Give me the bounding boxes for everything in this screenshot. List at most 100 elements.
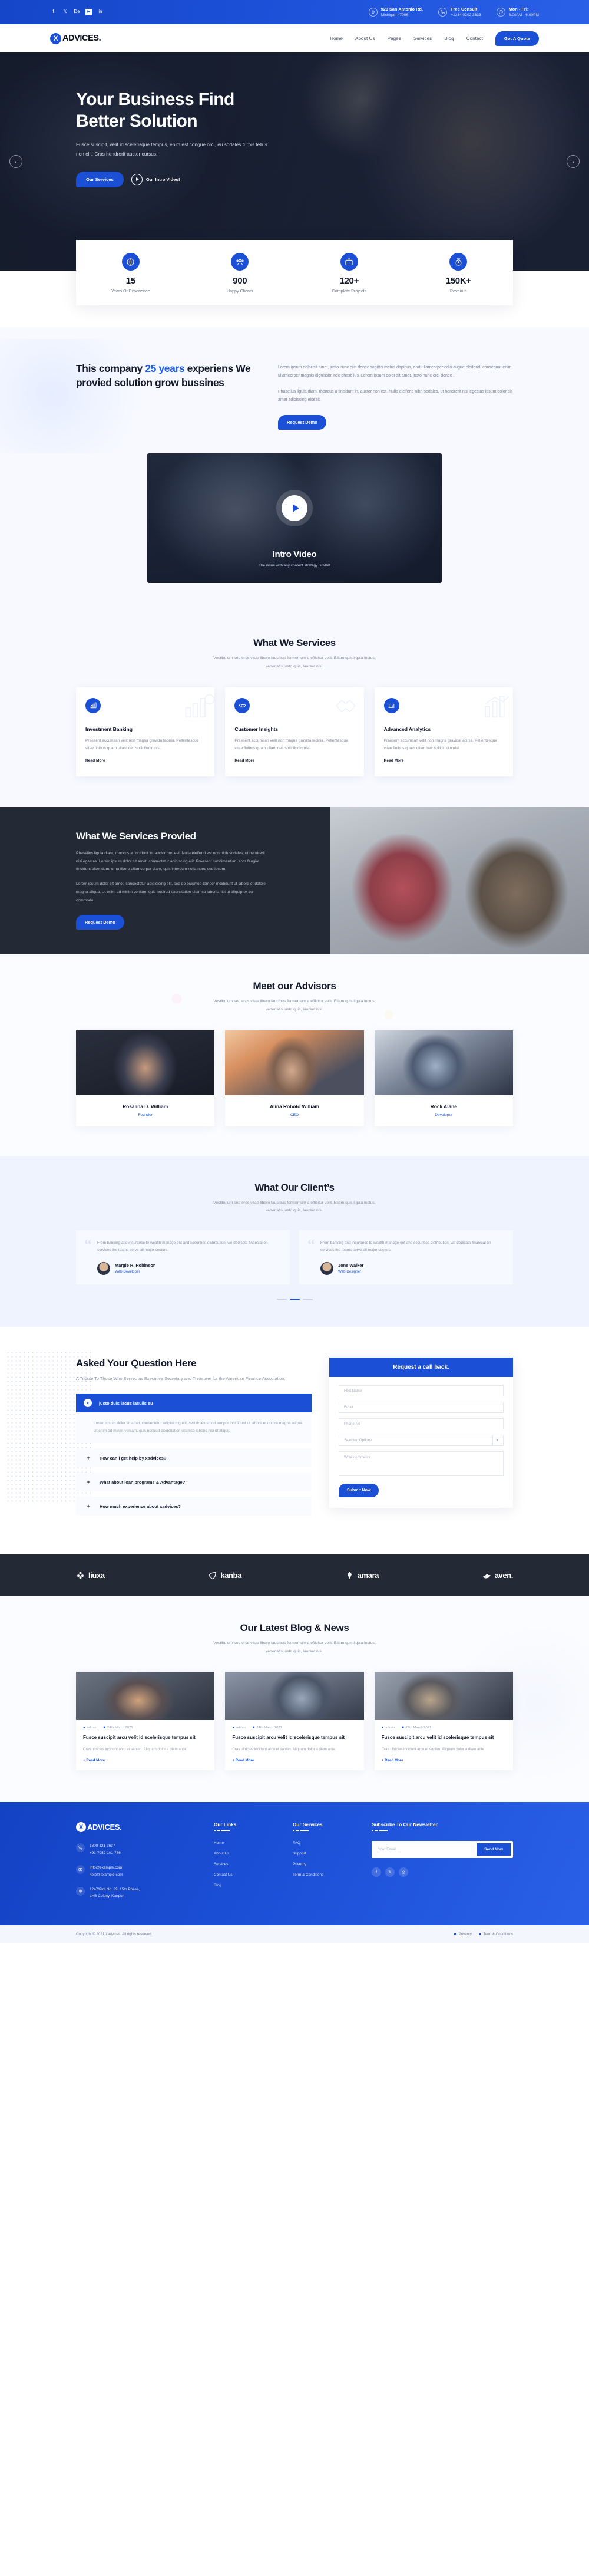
play-icon[interactable] — [282, 495, 307, 521]
get-a-quote-button[interactable]: Got A Quote — [495, 31, 539, 46]
footer-email-2: help@example.com — [90, 1872, 123, 1877]
hero-section: ‹ › Your Business Find Better Solution F… — [0, 52, 589, 271]
options-select[interactable]: Selected Options ▾ — [339, 1435, 504, 1447]
advisors-section: Meet our Advisors Vestibulum sed eros vi… — [0, 954, 589, 1156]
site-logo[interactable]: X ADVICES. — [50, 32, 101, 44]
close-icon[interactable]: × — [84, 1399, 92, 1408]
carousel-dots[interactable] — [76, 1298, 513, 1300]
carousel-dot[interactable] — [276, 1298, 287, 1300]
footer-link-home[interactable]: Home — [214, 1841, 279, 1845]
calendar-icon: ■ — [103, 1726, 106, 1730]
facebook-icon[interactable]: f — [50, 9, 57, 15]
bar-chart-icon — [485, 695, 510, 717]
blog-read-more-link[interactable]: + Read More — [375, 1753, 411, 1770]
hero-next-arrow[interactable]: › — [567, 155, 580, 168]
service-title: Customer Insights — [234, 726, 279, 732]
nav-item-pages[interactable]: Pages — [388, 36, 401, 41]
blog-card[interactable]: ● admin ■ 24th March 2021 Fusce suscipit a… — [225, 1672, 364, 1771]
plus-icon[interactable]: + — [84, 1455, 92, 1461]
form-title: Request a call back. — [329, 1358, 513, 1378]
logo-mark-icon: X — [76, 1822, 86, 1833]
brand-name: amara — [357, 1570, 379, 1580]
accordion-item-open[interactable]: × justo duis lacus iaculis eu Lorem ipsu… — [76, 1394, 312, 1444]
video-thumbnail[interactable]: Intro Video The issue with any content s… — [147, 453, 442, 584]
accordion-item[interactable]: + What about loan programs & Advantage? — [76, 1473, 312, 1492]
testimonial-card: “ From banking and insurance to wealth m… — [299, 1230, 513, 1284]
blog-read-more-link[interactable]: + Read More — [76, 1753, 112, 1770]
stat-number: 120+ — [339, 276, 359, 286]
blog-author: ● admin — [381, 1726, 395, 1730]
accordion-title: How can i get help by xadvices? — [100, 1455, 167, 1461]
footer-service-terms[interactable]: Term & Conditions — [293, 1873, 358, 1877]
first-name-field[interactable]: First Name — [339, 1385, 504, 1397]
footer-logo[interactable]: X ADVICES. — [76, 1822, 200, 1833]
footer-link-services[interactable]: Services — [214, 1862, 279, 1866]
nav-item-about-us[interactable]: About Us — [355, 36, 375, 41]
footer-link-about-us[interactable]: About Us — [214, 1852, 279, 1856]
chart-money-icon — [185, 694, 215, 717]
send-now-button[interactable]: Send Now — [477, 1843, 511, 1856]
carousel-dot-active[interactable] — [289, 1298, 300, 1300]
avatar — [97, 1261, 110, 1275]
footer-link-contact-us[interactable]: Contact Us — [214, 1873, 279, 1877]
instagram-icon[interactable]: ◎ — [399, 1867, 408, 1877]
footer-service-support[interactable]: Support — [293, 1852, 358, 1856]
twitter-icon[interactable]: 𝕏 — [62, 9, 68, 15]
service-card[interactable]: Investment Banking Praesent accumsan vel… — [76, 687, 215, 776]
testimonial-name: Jone Walker — [338, 1263, 364, 1269]
blog-card[interactable]: ● admin ■ 24th March 2021 Fusce suscipit a… — [76, 1672, 215, 1771]
blog-card[interactable]: ● admin ■ 24th March 2021 Fusce suscipit a… — [374, 1672, 513, 1771]
phone-field[interactable]: Phone No — [339, 1418, 504, 1430]
advisor-card[interactable]: Alina Roboto William CEO — [225, 1030, 364, 1126]
footer-service-faq[interactable]: FAQ — [293, 1841, 358, 1845]
request-callback-form: Request a call back. First Name Email Ph… — [329, 1358, 513, 1508]
service-card[interactable]: Advanced Analytics Praesent accumsan vel… — [374, 687, 513, 776]
accordion-item[interactable]: + How much experience about xadvices? — [76, 1497, 312, 1516]
submit-now-button[interactable]: Submit Now — [339, 1484, 379, 1498]
dribbble-icon[interactable]: Də — [74, 9, 80, 15]
hero-prev-arrow[interactable]: ‹ — [9, 155, 22, 168]
blog-read-more-link[interactable]: + Read More — [225, 1753, 261, 1770]
youtube-icon[interactable]: ▶ — [85, 8, 92, 15]
chevron-down-icon: ▾ — [492, 1435, 498, 1446]
topbar: f 𝕏 Də ▶ in 920 San Antonio Rd, Michigan… — [0, 0, 589, 24]
advisor-card[interactable]: Rosalina D. William Founder — [76, 1030, 215, 1126]
service-card[interactable]: Customer Insights Praesent accumsan veli… — [225, 687, 364, 776]
first-name-placeholder: First Name — [344, 1389, 362, 1394]
site-footer: X ADVICES. 1800-121-3637 +91-7052-101-78… — [0, 1802, 589, 1926]
request-demo-button[interactable]: Request Demo — [76, 915, 124, 930]
play-icon[interactable] — [131, 173, 143, 185]
plus-icon[interactable]: + — [84, 1479, 92, 1485]
nav-item-blog[interactable]: Blog — [444, 36, 454, 41]
email-field[interactable]: Email — [339, 1402, 504, 1414]
request-demo-button[interactable]: Request Demo — [278, 415, 326, 430]
linkedin-icon[interactable]: in — [97, 9, 104, 15]
plus-icon[interactable]: + — [84, 1503, 92, 1509]
service-read-more-link[interactable]: Read More — [384, 759, 404, 763]
newsletter-email-input[interactable]: Your Email... — [374, 1847, 477, 1852]
advisor-card[interactable]: Rock Alane Developer — [374, 1030, 513, 1126]
facebook-icon[interactable]: f — [372, 1867, 381, 1877]
copyright-link-terms[interactable]: Term & Conditions — [479, 1932, 513, 1936]
brand-logo: aven. — [482, 1571, 513, 1580]
topbar-social-links[interactable]: f 𝕏 Də ▶ in — [50, 8, 104, 15]
hero-intro-video-link[interactable]: Our Intro Video! — [131, 173, 180, 185]
service-read-more-link[interactable]: Read More — [85, 759, 105, 763]
twitter-icon[interactable]: 𝕏 — [385, 1867, 395, 1877]
service-read-more-link[interactable]: Read More — [234, 759, 254, 763]
accordion-item[interactable]: + How can i get help by xadvices? — [76, 1448, 312, 1468]
nav-item-home[interactable]: Home — [330, 36, 343, 41]
copyright-link-privacy[interactable]: Privercy — [454, 1932, 472, 1936]
carousel-dot[interactable] — [302, 1298, 313, 1300]
nav-item-contact[interactable]: Contact — [466, 36, 483, 41]
blog-image — [76, 1672, 215, 1721]
location-pin-icon — [76, 1886, 85, 1896]
calendar-icon: ■ — [252, 1726, 255, 1730]
nav-item-services[interactable]: Services — [413, 36, 432, 41]
footer-service-privacy[interactable]: Privercy — [293, 1862, 358, 1866]
provided-paragraph-1: Phasellus ligula diam, rhoncus a tincidu… — [76, 851, 265, 872]
our-services-button[interactable]: Our Services — [76, 171, 124, 187]
comments-textarea[interactable]: Write comments — [339, 1451, 504, 1477]
footer-link-blog[interactable]: Blog — [214, 1883, 279, 1887]
brand-logo: amara — [345, 1571, 379, 1580]
